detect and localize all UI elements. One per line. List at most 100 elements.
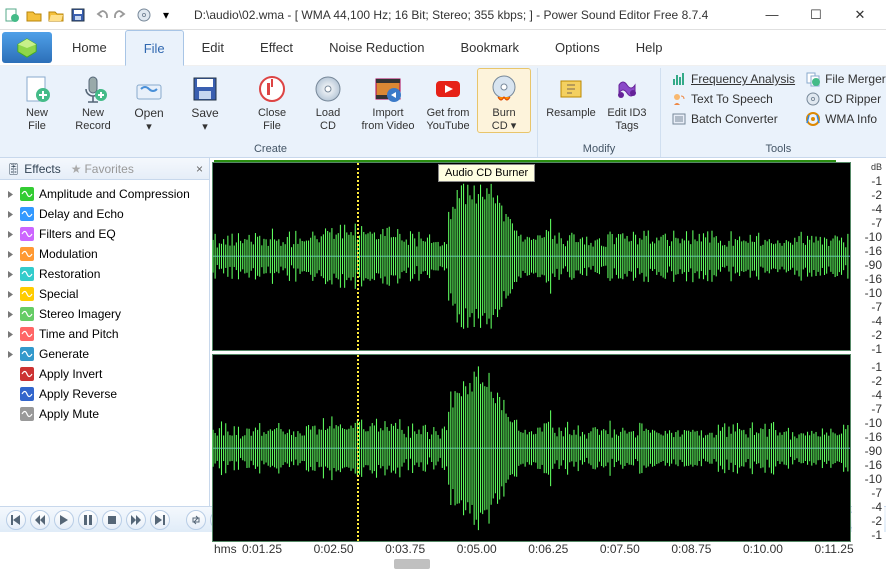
tree-item-label: Time and Pitch bbox=[39, 327, 119, 341]
cd-ripper-button[interactable]: CD Ripper bbox=[801, 90, 886, 108]
waveform-right-channel[interactable] bbox=[212, 354, 851, 543]
app-button[interactable] bbox=[2, 32, 52, 63]
loop-button[interactable] bbox=[186, 510, 206, 530]
sidebar-close-button[interactable]: × bbox=[190, 162, 209, 176]
skip-end-button[interactable] bbox=[150, 510, 170, 530]
expand-icon bbox=[6, 310, 15, 319]
tab-home[interactable]: Home bbox=[54, 30, 125, 65]
undo-icon[interactable] bbox=[92, 7, 108, 23]
text-to-speech-button[interactable]: Text To Speech bbox=[667, 90, 799, 108]
tree-item[interactable]: Time and Pitch bbox=[2, 324, 207, 344]
sidebar-tab-favorites[interactable]: ★Favorites bbox=[71, 162, 134, 176]
save-button[interactable]: Save▾ bbox=[178, 68, 232, 134]
tree-item[interactable]: Delay and Echo bbox=[2, 204, 207, 224]
effect-icon bbox=[19, 346, 35, 362]
tree-item-label: Filters and EQ bbox=[39, 227, 116, 241]
time-ruler[interactable]: hms0:01.250:02.500:03.750:05.000:06.250:… bbox=[210, 542, 886, 556]
effects-sidebar: 🎚Effects ★Favorites × Amplitude and Comp… bbox=[0, 158, 210, 506]
load-cd-button[interactable]: LoadCD bbox=[301, 68, 355, 133]
resample-button[interactable]: Resample bbox=[544, 68, 598, 121]
maximize-button[interactable]: ☐ bbox=[794, 1, 838, 29]
pause-button[interactable] bbox=[78, 510, 98, 530]
new-icon[interactable] bbox=[4, 7, 20, 23]
leaf-icon bbox=[6, 390, 15, 399]
open-icon[interactable] bbox=[26, 7, 42, 23]
ribbon-group-tools: Frequency Analysis Text To Speech Batch … bbox=[661, 68, 886, 157]
ribbon-group-label: Create bbox=[10, 142, 531, 157]
quick-access-toolbar: ▾ bbox=[4, 7, 174, 23]
file-merger-button[interactable]: File Merger bbox=[801, 70, 886, 88]
cd-icon[interactable] bbox=[136, 7, 152, 23]
import-video-button[interactable]: Importfrom Video bbox=[357, 68, 419, 133]
batch-converter-button[interactable]: Batch Converter bbox=[667, 110, 799, 128]
db-tick: -1 bbox=[852, 528, 882, 542]
burn-cd-button[interactable]: BurnCD ▾ bbox=[477, 68, 531, 133]
stop-button[interactable] bbox=[102, 510, 122, 530]
open-button[interactable]: Open▾ bbox=[122, 68, 176, 134]
tree-item[interactable]: Apply Invert bbox=[2, 364, 207, 384]
minimize-button[interactable]: — bbox=[750, 1, 794, 29]
tree-item-label: Apply Invert bbox=[39, 367, 102, 381]
db-tick: -4 bbox=[852, 388, 882, 402]
frequency-analysis-button[interactable]: Frequency Analysis bbox=[667, 70, 799, 88]
tree-item[interactable]: Stereo Imagery bbox=[2, 304, 207, 324]
tab-help[interactable]: Help bbox=[618, 30, 681, 65]
ribbon-group-label: Modify bbox=[544, 142, 654, 157]
redo-icon[interactable] bbox=[114, 7, 130, 23]
db-scale: dB -1-2-4-7-10-16-90-16-10-7-4-2-1 -1-2-… bbox=[852, 162, 884, 542]
tab-edit[interactable]: Edit bbox=[184, 30, 242, 65]
tab-bookmark[interactable]: Bookmark bbox=[442, 30, 537, 65]
waveform-left-channel[interactable] bbox=[212, 162, 851, 351]
db-tick: -16 bbox=[852, 458, 882, 472]
tree-item[interactable]: Apply Mute bbox=[2, 404, 207, 424]
expand-icon bbox=[6, 270, 15, 279]
effect-icon bbox=[19, 266, 35, 282]
sidebar-tab-effects[interactable]: 🎚Effects bbox=[6, 162, 61, 176]
db-unit-label: dB bbox=[852, 162, 884, 174]
effect-icon bbox=[19, 206, 35, 222]
leaf-icon bbox=[6, 410, 15, 419]
new-record-button[interactable]: NewRecord bbox=[66, 68, 120, 133]
tree-item[interactable]: Restoration bbox=[2, 264, 207, 284]
edit-id3-button[interactable]: Edit ID3Tags bbox=[600, 68, 654, 133]
play-button[interactable] bbox=[54, 510, 74, 530]
db-tick: -1 bbox=[852, 342, 882, 356]
tab-noise-reduction[interactable]: Noise Reduction bbox=[311, 30, 442, 65]
waveform-area: Audio CD Burner dB -1-2-4-7-10-16-90-16-… bbox=[210, 158, 886, 506]
db-tick: -2 bbox=[852, 188, 882, 202]
tab-effect[interactable]: Effect bbox=[242, 30, 311, 65]
get-youtube-button[interactable]: Get fromYouTube bbox=[421, 68, 475, 133]
skip-start-button[interactable] bbox=[6, 510, 26, 530]
expand-icon bbox=[6, 210, 15, 219]
tree-item[interactable]: Amplitude and Compression bbox=[2, 184, 207, 204]
tree-item[interactable]: Special bbox=[2, 284, 207, 304]
tree-item[interactable]: Filters and EQ bbox=[2, 224, 207, 244]
ribbon-group-create: NewFile NewRecord Open▾ Save▾ CloseFile … bbox=[4, 68, 538, 157]
time-unit: hms bbox=[214, 542, 242, 556]
open2-icon[interactable] bbox=[48, 7, 64, 23]
expand-icon bbox=[6, 350, 15, 359]
new-file-button[interactable]: NewFile bbox=[10, 68, 64, 133]
time-tick: 0:02.50 bbox=[314, 542, 386, 556]
scrollbar-thumb[interactable] bbox=[394, 559, 430, 569]
close-file-button[interactable]: CloseFile bbox=[245, 68, 299, 133]
titlebar: ▾ D:\audio\02.wma - [ WMA 44,100 Hz; 16 … bbox=[0, 0, 886, 30]
rewind-button[interactable] bbox=[30, 510, 50, 530]
tree-item[interactable]: Generate bbox=[2, 344, 207, 364]
db-tick: -7 bbox=[852, 402, 882, 416]
forward-button[interactable] bbox=[126, 510, 146, 530]
tab-options[interactable]: Options bbox=[537, 30, 618, 65]
tree-item[interactable]: Modulation bbox=[2, 244, 207, 264]
db-tick: -7 bbox=[852, 216, 882, 230]
expand-icon bbox=[6, 250, 15, 259]
time-tick: 0:06.25 bbox=[528, 542, 600, 556]
qat-dropdown-icon[interactable]: ▾ bbox=[158, 7, 174, 23]
save-icon[interactable] bbox=[70, 7, 86, 23]
tab-file[interactable]: File bbox=[125, 30, 184, 66]
close-button[interactable]: ✕ bbox=[838, 1, 882, 29]
tree-item-label: Generate bbox=[39, 347, 89, 361]
tree-item[interactable]: Apply Reverse bbox=[2, 384, 207, 404]
wma-info-button[interactable]: WMA Info bbox=[801, 110, 886, 128]
effect-icon bbox=[19, 246, 35, 262]
tooltip: Audio CD Burner bbox=[438, 164, 535, 182]
